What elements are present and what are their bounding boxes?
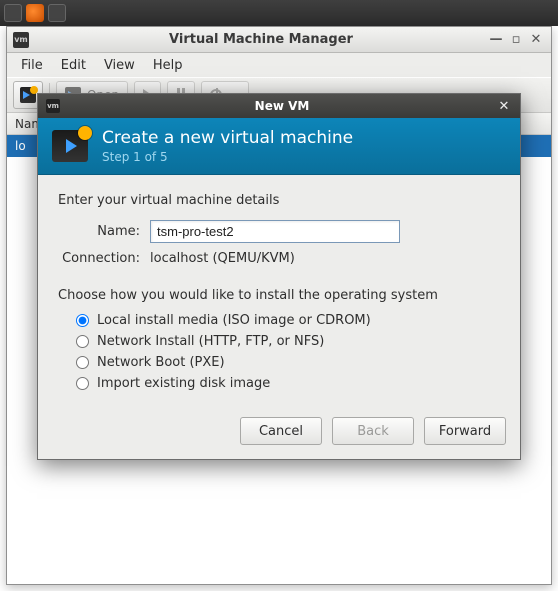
forward-button[interactable]: Forward: [424, 417, 506, 445]
radio-label: Import existing disk image: [97, 376, 270, 391]
window-title: Virtual Machine Manager: [37, 32, 485, 47]
taskbar-icon: [48, 4, 66, 22]
banner-vm-icon: [52, 130, 88, 162]
cancel-button[interactable]: Cancel: [240, 417, 322, 445]
new-vm-dialog: vm New VM ✕ Create a new virtual machine…: [37, 93, 521, 460]
radio-input[interactable]: [76, 356, 89, 369]
close-button[interactable]: ✕: [527, 32, 545, 48]
dialog-icon: vm: [46, 99, 60, 113]
radio-input[interactable]: [76, 314, 89, 327]
window-titlebar[interactable]: vm Virtual Machine Manager — ▫ ✕: [7, 27, 551, 53]
radio-label: Local install media (ISO image or CDROM): [97, 313, 371, 328]
connection-row: Connection: localhost (QEMU/KVM): [58, 251, 500, 266]
install-prompt: Choose how you would like to install the…: [58, 288, 500, 303]
details-prompt: Enter your virtual machine details: [58, 193, 500, 208]
connection-value: localhost (QEMU/KVM): [150, 251, 295, 266]
dialog-title: New VM: [68, 99, 496, 113]
dialog-banner: Create a new virtual machine Step 1 of 5: [38, 118, 520, 175]
menu-edit[interactable]: Edit: [53, 56, 94, 75]
menu-view[interactable]: View: [96, 56, 143, 75]
minimize-button[interactable]: —: [487, 32, 505, 48]
menubar: File Edit View Help: [7, 53, 551, 77]
radio-import-disk[interactable]: Import existing disk image: [76, 376, 500, 391]
back-button: Back: [332, 417, 414, 445]
menu-help[interactable]: Help: [145, 56, 191, 75]
connection-label: Connection:: [58, 251, 150, 266]
vm-row-label: lo: [15, 139, 26, 153]
install-method-group: Local install media (ISO image or CDROM)…: [76, 313, 500, 391]
radio-label: Network Install (HTTP, FTP, or NFS): [97, 334, 324, 349]
taskbar-icon-firefox[interactable]: [26, 4, 44, 22]
radio-network-boot[interactable]: Network Boot (PXE): [76, 355, 500, 370]
dialog-close-button[interactable]: ✕: [496, 98, 512, 114]
menu-file[interactable]: File: [13, 56, 51, 75]
maximize-button[interactable]: ▫: [507, 32, 525, 48]
new-star-icon: [78, 126, 92, 140]
name-input[interactable]: [150, 220, 400, 243]
radio-input[interactable]: [76, 335, 89, 348]
radio-input[interactable]: [76, 377, 89, 390]
dialog-footer: Cancel Back Forward: [38, 407, 520, 459]
desktop-taskbar: [0, 0, 558, 26]
radio-label: Network Boot (PXE): [97, 355, 225, 370]
dialog-body: Enter your virtual machine details Name:…: [38, 175, 520, 407]
name-label: Name:: [58, 224, 150, 239]
name-row: Name:: [58, 220, 500, 243]
app-icon: vm: [13, 32, 29, 48]
dialog-titlebar[interactable]: vm New VM ✕: [38, 94, 520, 118]
taskbar-icon: [4, 4, 22, 22]
radio-network-install[interactable]: Network Install (HTTP, FTP, or NFS): [76, 334, 500, 349]
banner-step: Step 1 of 5: [102, 150, 353, 164]
banner-heading: Create a new virtual machine: [102, 128, 353, 148]
radio-local-media[interactable]: Local install media (ISO image or CDROM): [76, 313, 500, 328]
